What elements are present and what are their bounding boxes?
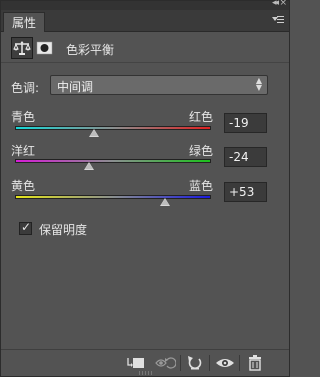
blue-label: 蓝色 [189,179,214,193]
visibility-eye-icon[interactable] [214,353,236,373]
trash-icon[interactable] [244,353,266,373]
resize-grip[interactable] [139,371,153,375]
cyan-red-slider-track[interactable] [15,126,211,130]
cyan-label: 青色 [11,110,36,124]
green-label: 绿色 [189,144,214,158]
collapse-panel-icon[interactable]: ◂◂ [272,0,279,8]
yellow-label: 黄色 [11,179,36,193]
adjustment-title: 色彩平衡 [66,43,115,57]
balance-scale-icon[interactable] [11,37,33,59]
panel-top-strip: ◂◂ × [1,0,289,10]
red-label: 红色 [189,110,214,124]
dropdown-arrows-icon: ▲ ▼ [255,76,262,92]
magenta-label: 洋红 [11,144,36,158]
yellow-blue-slider-track[interactable] [15,195,211,199]
preserve-luminosity-checkbox[interactable]: ✓ [19,220,32,235]
magenta-green-slider-thumb[interactable] [84,162,95,170]
tone-dropdown[interactable]: 中间调 ▲ ▼ [50,75,268,95]
checkmark-icon: ✓ [21,220,32,234]
tone-dropdown-value: 中间调 [57,80,94,94]
cyan-red-slider-thumb[interactable] [89,129,100,137]
view-previous-icon[interactable] [154,353,177,373]
cyan-red-value-field[interactable]: -19 [224,113,267,133]
adjustment-header: 色彩平衡 [1,33,289,63]
tab-properties[interactable]: 属性 [3,12,46,32]
layer-mask-icon[interactable] [35,38,55,58]
properties-panel: ◂◂ × 属性 色彩平衡 色调: 中间调 ▲ ▼ 青色 红色 -19 洋红 绿色… [0,0,290,377]
panel-tab-row: 属性 [1,10,289,32]
magenta-green-value-field[interactable]: -24 [224,147,267,167]
yellow-blue-value-field[interactable]: +53 [224,182,267,202]
preserve-luminosity-label[interactable]: 保留明度 [39,221,87,238]
yellow-blue-slider-thumb[interactable] [159,198,170,206]
tone-label: 色调: [11,81,40,95]
panel-menu-icon[interactable] [272,15,284,25]
magenta-green-slider-track[interactable] [15,159,211,163]
reset-icon[interactable] [184,353,206,373]
close-panel-icon[interactable]: × [279,0,287,8]
clip-to-layer-icon[interactable] [125,353,147,373]
